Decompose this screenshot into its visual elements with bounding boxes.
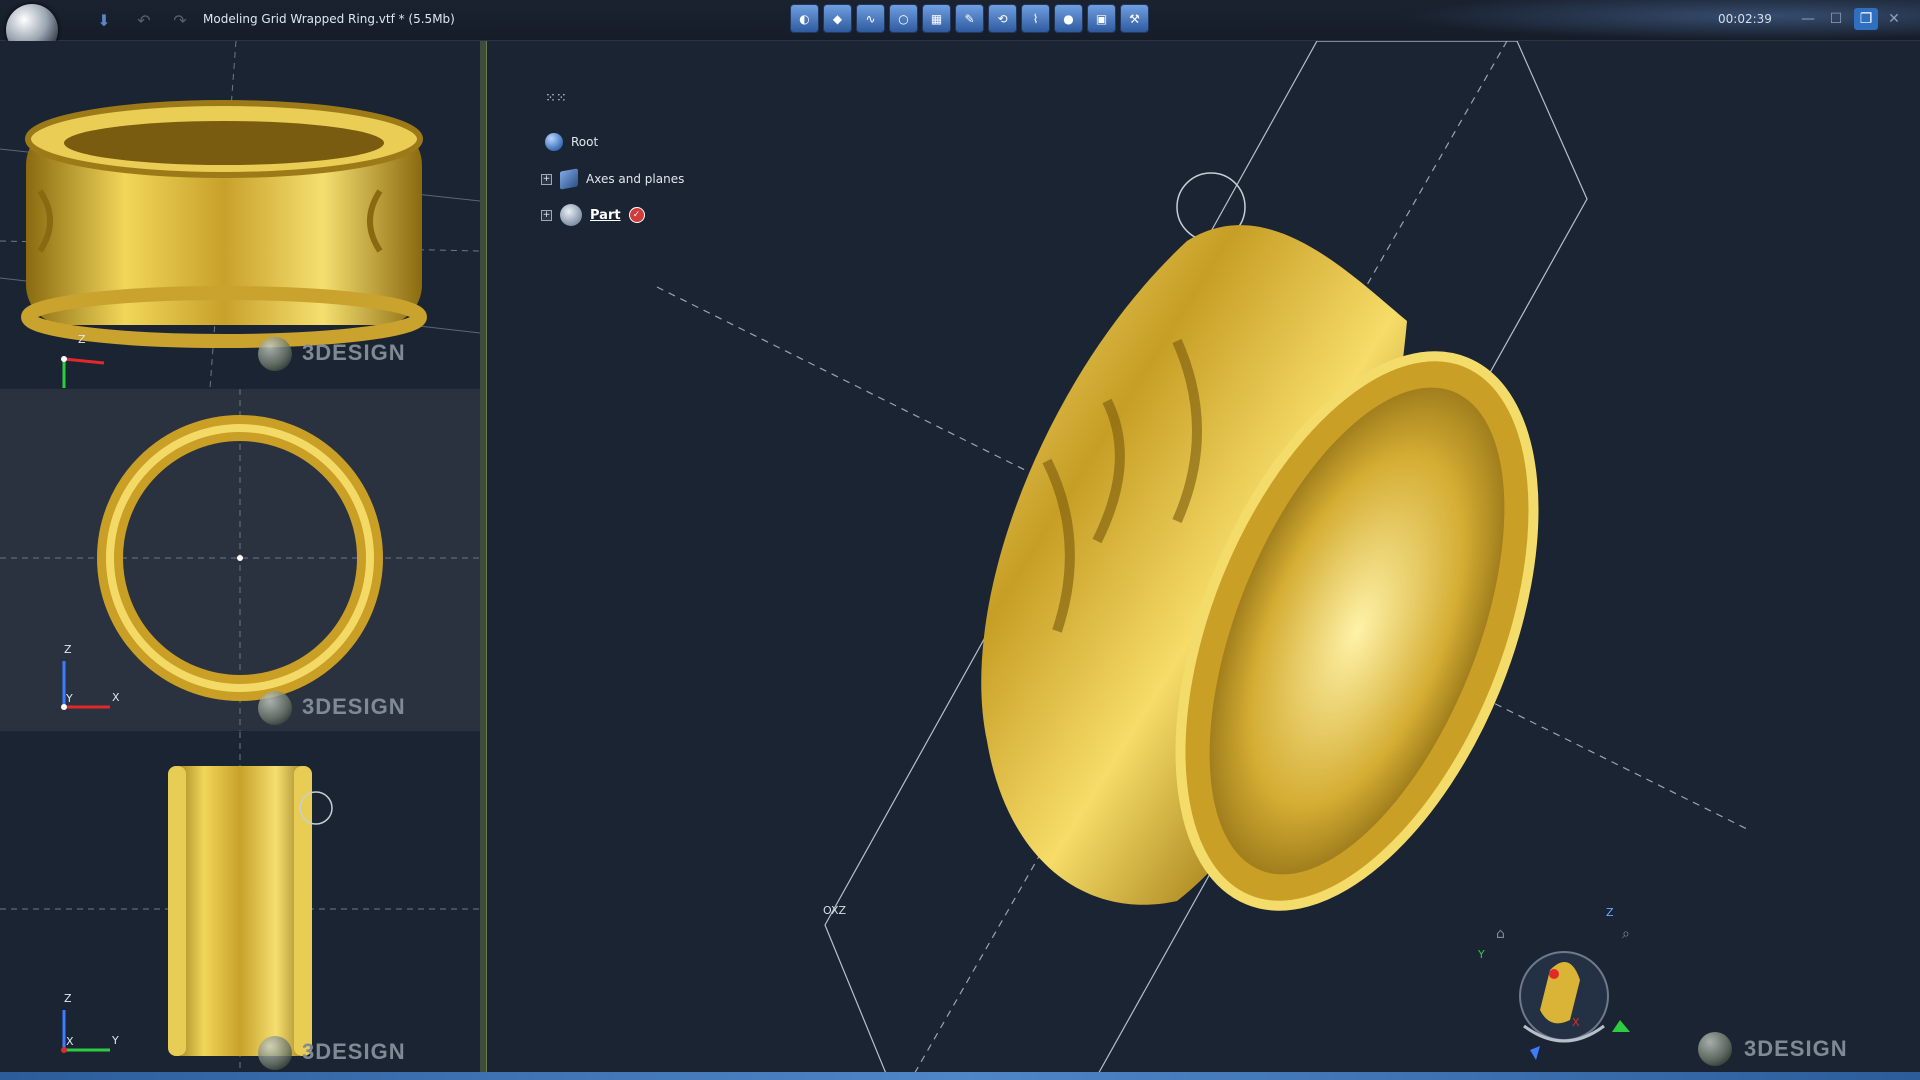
viewport-front[interactable]: Z X Y 3DESIGN bbox=[0, 389, 480, 731]
save-icon[interactable]: ⬇ bbox=[92, 8, 116, 32]
main-toolbar: ◐ ◆ ∿ ○ ▦ ✎ ⟲ ⌇ ● ▣ ⚒ bbox=[790, 4, 1149, 33]
watermark-logo-icon bbox=[258, 691, 292, 725]
expand-icon[interactable]: + bbox=[541, 209, 552, 221]
maximize-icon[interactable]: ☐ bbox=[1824, 8, 1848, 30]
part-icon bbox=[560, 204, 582, 226]
axis-label-z: Z bbox=[64, 643, 72, 656]
viewport-main-3d[interactable]: ⁙⁙ bbox=[486, 41, 1920, 1076]
axis-label-y: Y bbox=[112, 1034, 119, 1047]
session-clock: 00:02:39 bbox=[1718, 12, 1772, 26]
tree-item-axes-and-planes[interactable]: + Axes and planes bbox=[541, 168, 685, 190]
axis-label-z: Z bbox=[78, 333, 86, 346]
restore-icon[interactable]: ❐ bbox=[1854, 8, 1878, 30]
primitives-icon[interactable]: ◐ bbox=[790, 4, 819, 33]
render-icon[interactable]: ▣ bbox=[1087, 4, 1116, 33]
navigator-label-z: Z bbox=[1606, 906, 1614, 919]
tree-item-part[interactable]: + Part ✓ bbox=[541, 204, 645, 226]
plane-label: OXZ bbox=[823, 904, 847, 917]
close-icon[interactable]: ✕ bbox=[1882, 8, 1906, 30]
navigator-label-x: X bbox=[1572, 1016, 1580, 1029]
watermark-logo-icon bbox=[258, 337, 292, 371]
deform-icon[interactable]: ⌇ bbox=[1021, 4, 1050, 33]
gem-icon[interactable]: ◆ bbox=[823, 4, 852, 33]
document-title: Modeling Grid Wrapped Ring.vtf * (5.5Mb) bbox=[203, 12, 455, 26]
redo-icon[interactable]: ↷ bbox=[168, 8, 192, 32]
rotate-icon[interactable]: ⟲ bbox=[988, 4, 1017, 33]
check-icon[interactable]: ✓ bbox=[628, 207, 645, 223]
ring-wizard-icon[interactable]: ○ bbox=[889, 4, 918, 33]
axis-label-x: X bbox=[66, 1035, 74, 1048]
curves-icon[interactable]: ∿ bbox=[856, 4, 885, 33]
grid-icon[interactable]: ▦ bbox=[922, 4, 951, 33]
axis-label-x: X bbox=[112, 691, 120, 704]
undo-icon[interactable]: ↶ bbox=[132, 8, 156, 32]
axis-label-z: Z bbox=[64, 992, 72, 1005]
title-bar: ⬇ ↶ ↷ Modeling Grid Wrapped Ring.vtf * (… bbox=[0, 0, 1920, 56]
expand-icon[interactable]: + bbox=[541, 173, 552, 185]
watermark-text: 3DESIGN bbox=[302, 1039, 406, 1064]
zoom-icon[interactable]: ⌕ bbox=[1622, 926, 1630, 942]
watermark-text: 3DESIGN bbox=[302, 694, 406, 719]
watermark-logo-icon bbox=[258, 1036, 292, 1070]
watermark-text: 3DESIGN bbox=[302, 340, 406, 365]
viewport-side[interactable]: Z Y X 3DESIGN bbox=[0, 732, 480, 1080]
navigator-label-y: Y bbox=[1478, 948, 1485, 961]
tree-item-label: Root bbox=[571, 135, 599, 149]
surface-icon[interactable]: ✎ bbox=[955, 4, 984, 33]
home-view-icon[interactable]: ⌂ bbox=[1496, 926, 1505, 942]
orthographic-views: Z 3DESIGN Z X Y 3DESIGN Z Y X 3DESIGN bbox=[0, 41, 486, 1080]
status-strip bbox=[0, 1072, 1920, 1080]
planes-icon bbox=[560, 168, 578, 190]
bench-icon[interactable]: ⚒ bbox=[1120, 4, 1149, 33]
tree-item-label: Part bbox=[590, 207, 621, 223]
watermark-text: 3DESIGN bbox=[1744, 1036, 1848, 1061]
watermark-logo-icon bbox=[1698, 1032, 1732, 1066]
minimize-icon[interactable]: — bbox=[1796, 8, 1820, 30]
axis-label-y: Y bbox=[66, 692, 73, 705]
color-icon[interactable]: ● bbox=[1054, 4, 1083, 33]
viewport-perspective-small[interactable]: Z 3DESIGN bbox=[0, 41, 480, 388]
globe-icon bbox=[545, 133, 563, 151]
tree-item-root[interactable]: Root bbox=[545, 133, 598, 151]
tree-item-label: Axes and planes bbox=[586, 172, 685, 186]
tree-menu-icon[interactable]: ⁙⁙ bbox=[545, 91, 567, 106]
